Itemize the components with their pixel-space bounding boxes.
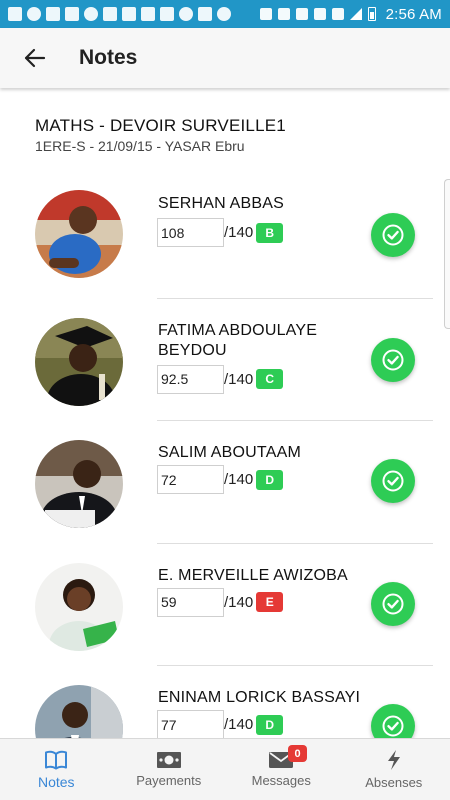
scroll-indicator[interactable] bbox=[444, 179, 450, 329]
chat-icon bbox=[8, 7, 22, 21]
student-name: FATIMA ABDOULAYE BEYDOU bbox=[158, 321, 318, 359]
bluetooth-icon bbox=[259, 8, 272, 20]
notification-icons bbox=[8, 7, 260, 21]
avatar bbox=[35, 440, 123, 528]
mute-icon bbox=[295, 8, 308, 20]
validate-button[interactable] bbox=[371, 213, 415, 257]
validate-button[interactable] bbox=[371, 337, 415, 382]
mail-icon bbox=[141, 7, 155, 21]
list-item: SERHAN ABBAS /140 B bbox=[0, 176, 450, 299]
facebook-icon bbox=[65, 7, 79, 21]
list-item: E. MERVEILLE AWIZOBA /140 E bbox=[0, 544, 450, 666]
unread-badge: 0 bbox=[288, 745, 307, 762]
grade-row: /140 D bbox=[157, 710, 284, 738]
letter-grade-badge: D bbox=[256, 714, 284, 735]
avatar bbox=[35, 190, 123, 278]
check-icon bbox=[382, 593, 404, 614]
signal-icon bbox=[349, 8, 362, 20]
list-item: ENINAM LORICK BASSAYI /140 D bbox=[0, 666, 450, 738]
nav-item-messages[interactable]: 0 Messages bbox=[225, 739, 338, 800]
list-item: FATIMA ABDOULAYE BEYDOU /140 C bbox=[0, 299, 450, 421]
student-name: SALIM ABOUTAAM bbox=[158, 444, 301, 461]
nav-item-payements[interactable]: Payements bbox=[113, 739, 226, 800]
mic-icon bbox=[27, 7, 41, 21]
check-icon bbox=[382, 470, 404, 492]
avatar bbox=[35, 317, 123, 406]
student-list: SERHAN ABBAS /140 B bbox=[0, 176, 450, 738]
mail-icon bbox=[103, 7, 117, 21]
money-icon bbox=[156, 752, 181, 768]
exam-header: MATHS - DEVOIR SURVEILLE1 1ERE-S - 21/09… bbox=[0, 88, 450, 154]
avatar bbox=[35, 562, 123, 651]
clock: 2:56 AM bbox=[385, 5, 442, 23]
exam-title: MATHS - DEVOIR SURVEILLE1 bbox=[35, 116, 286, 135]
nav-label: Messages bbox=[251, 773, 311, 788]
letter-grade-badge: E bbox=[256, 592, 284, 612]
battery-icon bbox=[367, 7, 376, 21]
whatsapp-icon bbox=[217, 7, 231, 21]
grade-max: /140 bbox=[224, 471, 254, 488]
lightning-icon bbox=[387, 750, 400, 770]
student-name: ENINAM LORICK BASSAYI bbox=[158, 689, 361, 706]
avatar bbox=[35, 685, 123, 738]
book-icon bbox=[45, 750, 68, 769]
nfc-icon bbox=[277, 8, 290, 20]
network-4g-icon bbox=[331, 8, 344, 20]
grade-max: /140 bbox=[224, 224, 254, 241]
check-icon bbox=[382, 349, 404, 370]
facebook-icon bbox=[46, 7, 60, 21]
grade-max: /140 bbox=[224, 370, 254, 388]
letter-grade-badge: B bbox=[256, 222, 284, 243]
validate-button[interactable] bbox=[371, 704, 415, 738]
bottom-nav: Notes Payements 0 Messages Absenses bbox=[0, 738, 450, 800]
notes-content[interactable]: MATHS - DEVOIR SURVEILLE1 1ERE-S - 21/09… bbox=[0, 88, 450, 738]
letter-grade-badge: C bbox=[256, 369, 284, 389]
grade-input[interactable] bbox=[157, 710, 224, 738]
grade-input[interactable] bbox=[157, 218, 224, 247]
mail-icon bbox=[122, 7, 136, 21]
back-button[interactable] bbox=[0, 28, 70, 88]
status-bar: 2:56 AM bbox=[0, 0, 450, 28]
nav-label: Notes bbox=[37, 773, 75, 790]
alarm-icon bbox=[313, 8, 326, 20]
grade-input[interactable] bbox=[157, 364, 224, 394]
list-item: SALIM ABOUTAAM /140 D bbox=[0, 421, 450, 544]
letter-grade-badge: D bbox=[256, 469, 284, 490]
grade-input[interactable] bbox=[157, 587, 224, 617]
mic-icon bbox=[179, 7, 193, 21]
nav-item-notes[interactable]: Notes bbox=[0, 739, 113, 800]
validate-button[interactable] bbox=[371, 459, 415, 503]
app-bar: Notes bbox=[0, 28, 450, 88]
messenger-icon bbox=[84, 7, 98, 21]
student-name: SERHAN ABBAS bbox=[158, 195, 285, 212]
grade-max: /140 bbox=[224, 716, 254, 733]
student-name: E. MERVEILLE AWIZOBA bbox=[158, 566, 348, 584]
nav-label: Payements bbox=[136, 773, 202, 788]
nav-label: Absenses bbox=[365, 775, 423, 790]
check-icon bbox=[382, 224, 404, 246]
arrow-left-icon bbox=[24, 48, 46, 68]
grade-max: /140 bbox=[224, 593, 254, 611]
check-icon bbox=[382, 715, 404, 737]
image-icon bbox=[198, 7, 212, 21]
chat-bubble-icon bbox=[160, 7, 174, 21]
page-title: Notes bbox=[79, 46, 138, 69]
grade-row: /140 C bbox=[157, 364, 284, 394]
grade-row: /140 D bbox=[157, 465, 284, 494]
grade-row: /140 B bbox=[157, 218, 284, 247]
grade-row: /140 E bbox=[157, 587, 284, 617]
system-icons: 2:56 AM bbox=[259, 5, 442, 23]
grade-input[interactable] bbox=[157, 465, 224, 494]
nav-item-absenses[interactable]: Absenses bbox=[338, 739, 450, 800]
exam-subtitle: 1ERE-S - 21/09/15 - YASAR Ebru bbox=[35, 138, 245, 154]
validate-button[interactable] bbox=[371, 581, 415, 626]
